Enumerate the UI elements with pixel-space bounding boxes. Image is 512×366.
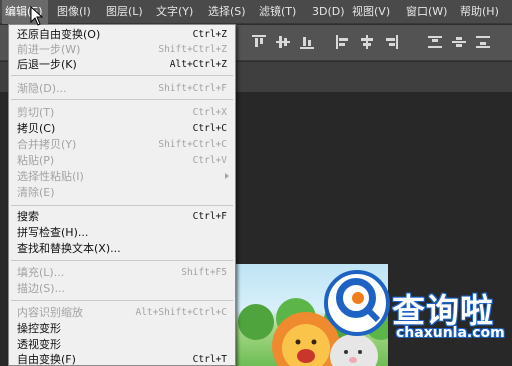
menu-item-copy[interactable]: 拷贝(C) Ctrl+C	[9, 121, 235, 136]
menu-item-step-forward[interactable]: 前进一步(W) Shift+Ctrl+Z	[9, 42, 235, 57]
menu-separator	[11, 260, 233, 261]
menu-separator	[11, 300, 233, 301]
menu-item-content-aware-scale[interactable]: 内容识别缩放 Alt+Shift+Ctrl+C	[9, 305, 235, 320]
menu-item-shortcut: Alt+Ctrl+Z	[169, 59, 227, 70]
menu-help[interactable]: 帮助(H)	[460, 0, 499, 24]
menu-item-paste[interactable]: 粘贴(P) Ctrl+V	[9, 153, 235, 168]
menu-item-label: 后退一步(K)	[17, 58, 77, 71]
menu-item-label: 粘贴(P)	[17, 154, 55, 167]
menu-item-label: 还原自由变换(O)	[17, 28, 101, 41]
menu-item-fill[interactable]: 填充(L)... Shift+F5	[9, 265, 235, 280]
menu-select[interactable]: 选择(S)	[208, 0, 246, 24]
distribute-bottom-icon[interactable]	[476, 35, 490, 49]
menu-item-label: 清除(E)	[17, 186, 55, 199]
menu-item-label: 选择性粘贴(I)	[17, 170, 84, 183]
menu-item-shortcut: Ctrl+V	[192, 155, 227, 166]
menu-3d[interactable]: 3D(D)	[312, 0, 345, 24]
menu-image[interactable]: 图像(I)	[57, 0, 91, 24]
menu-item-stroke[interactable]: 描边(S)...	[9, 281, 235, 296]
menu-item-perspective-warp[interactable]: 透视变形	[9, 337, 235, 352]
menu-view[interactable]: 视图(V)	[352, 0, 390, 24]
menu-item-label: 填充(L)...	[17, 266, 65, 279]
menu-item-check-spelling[interactable]: 拼写检查(H)...	[9, 225, 235, 240]
menu-item-shortcut: Shift+Ctrl+Z	[158, 44, 227, 55]
menu-item-label: 查找和替换文本(X)...	[17, 242, 121, 255]
submenu-arrow-icon	[225, 173, 229, 179]
menu-item-shortcut: Ctrl+Z	[192, 29, 227, 40]
align-right-edges-icon[interactable]	[384, 35, 398, 49]
menu-separator	[11, 99, 233, 100]
menu-type[interactable]: 文字(Y)	[156, 0, 193, 24]
align-left-edges-icon[interactable]	[336, 35, 350, 49]
menu-separator	[11, 75, 233, 76]
menu-item-label: 前进一步(W)	[17, 43, 81, 56]
menu-item-label: 描边(S)...	[17, 282, 66, 295]
menu-item-label: 操控变形	[17, 322, 61, 335]
menu-item-shortcut: Shift+F5	[181, 267, 227, 278]
distribute-top-icon[interactable]	[428, 35, 442, 49]
menu-item-label: 拷贝(C)	[17, 122, 56, 135]
menu-item-free-transform[interactable]: 自由变换(F) Ctrl+T	[9, 352, 235, 366]
watermark-domain: chaxunla.com	[396, 325, 505, 341]
align-horizontal-centers-icon[interactable]	[360, 35, 374, 49]
menu-item-search[interactable]: 搜索 Ctrl+F	[9, 209, 235, 224]
menu-window[interactable]: 窗口(W)	[406, 0, 447, 24]
menu-item-shortcut: Shift+Ctrl+C	[158, 139, 227, 150]
menu-item-undo-free-transform[interactable]: 还原自由变换(O) Ctrl+Z	[9, 27, 235, 42]
align-top-edges-icon[interactable]	[252, 35, 266, 49]
menu-item-shortcut: Ctrl+X	[192, 107, 227, 118]
edit-menu-dropdown: 还原自由变换(O) Ctrl+Z 前进一步(W) Shift+Ctrl+Z 后退…	[8, 24, 236, 366]
menu-item-label: 透视变形	[17, 338, 61, 351]
menu-item-label: 搜索	[17, 210, 39, 223]
menu-item-puppet-warp[interactable]: 操控变形	[9, 321, 235, 336]
distribute-center-icon[interactable]	[452, 35, 466, 49]
watermark-dot	[352, 292, 364, 304]
menu-item-shortcut: Alt+Shift+Ctrl+C	[135, 307, 227, 318]
menu-item-paste-special[interactable]: 选择性粘贴(I)	[9, 169, 235, 184]
menu-item-copy-merged[interactable]: 合并拷贝(Y) Shift+Ctrl+C	[9, 137, 235, 152]
menu-item-cut[interactable]: 剪切(T) Ctrl+X	[9, 105, 235, 120]
menu-item-find-replace-text[interactable]: 查找和替换文本(X)...	[9, 241, 235, 256]
menu-separator	[11, 205, 233, 206]
align-bottom-edges-icon[interactable]	[300, 35, 314, 49]
menu-bar: 编辑(E) 图像(I) 图层(L) 文字(Y) 选择(S) 滤镜(T) 3D(D…	[0, 0, 512, 24]
menu-item-label: 拼写检查(H)...	[17, 226, 89, 239]
mouse-cursor-icon	[30, 6, 44, 26]
menu-item-label: 内容识别缩放	[17, 306, 83, 319]
menu-item-fade[interactable]: 渐隐(D)... Shift+Ctrl+F	[9, 81, 235, 96]
menu-item-clear[interactable]: 清除(E)	[9, 185, 235, 200]
menu-item-label: 合并拷贝(Y)	[17, 138, 77, 151]
menu-layer[interactable]: 图层(L)	[106, 0, 143, 24]
menu-item-label: 自由变换(F)	[17, 353, 76, 366]
menu-item-shortcut: Shift+Ctrl+F	[158, 83, 227, 94]
menu-item-label: 剪切(T)	[17, 106, 55, 119]
align-vertical-centers-icon[interactable]	[276, 35, 290, 49]
menu-item-shortcut: Ctrl+F	[192, 211, 227, 222]
menu-item-shortcut: Ctrl+C	[192, 123, 227, 134]
menu-item-shortcut: Ctrl+T	[192, 354, 227, 365]
menu-item-step-backward[interactable]: 后退一步(K) Alt+Ctrl+Z	[9, 57, 235, 72]
menu-filter[interactable]: 滤镜(T)	[259, 0, 296, 24]
menu-item-label: 渐隐(D)...	[17, 82, 67, 95]
